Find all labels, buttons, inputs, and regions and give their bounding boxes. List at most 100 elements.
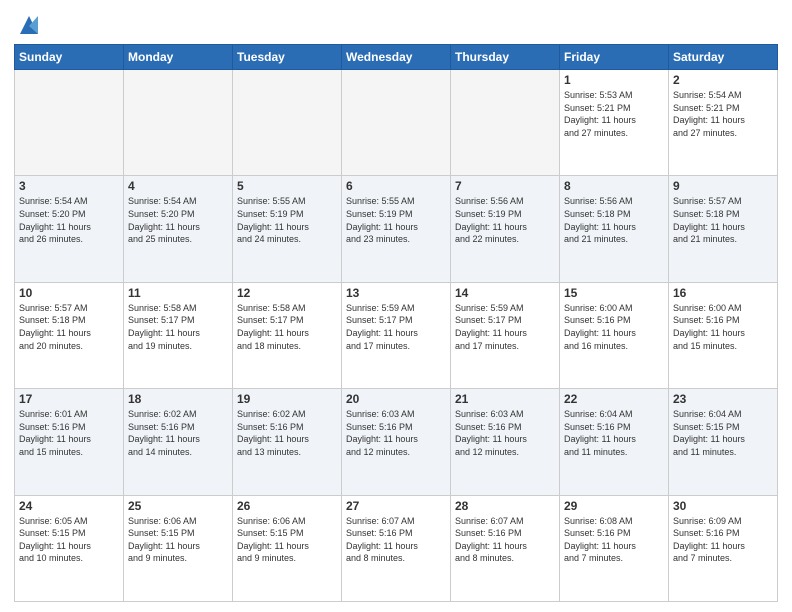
- day-number: 26: [237, 499, 337, 513]
- day-info: Sunrise: 5:57 AM Sunset: 5:18 PM Dayligh…: [673, 195, 773, 245]
- day-info: Sunrise: 6:06 AM Sunset: 5:15 PM Dayligh…: [128, 515, 228, 565]
- day-info: Sunrise: 5:53 AM Sunset: 5:21 PM Dayligh…: [564, 89, 664, 139]
- calendar-day-cell: 20 Sunrise: 6:03 AM Sunset: 5:16 PM Dayli…: [342, 389, 451, 495]
- calendar-day-cell: [15, 70, 124, 176]
- calendar-day-cell: [451, 70, 560, 176]
- calendar-day-cell: 18 Sunrise: 6:02 AM Sunset: 5:16 PM Dayli…: [124, 389, 233, 495]
- day-info: Sunrise: 5:57 AM Sunset: 5:18 PM Dayligh…: [19, 302, 119, 352]
- calendar-day-cell: 24 Sunrise: 6:05 AM Sunset: 5:15 PM Dayli…: [15, 495, 124, 601]
- day-number: 16: [673, 286, 773, 300]
- day-number: 5: [237, 179, 337, 193]
- day-number: 23: [673, 392, 773, 406]
- day-number: 20: [346, 392, 446, 406]
- day-number: 15: [564, 286, 664, 300]
- calendar-day-cell: 16 Sunrise: 6:00 AM Sunset: 5:16 PM Dayli…: [669, 282, 778, 388]
- day-info: Sunrise: 5:59 AM Sunset: 5:17 PM Dayligh…: [455, 302, 555, 352]
- day-info: Sunrise: 6:01 AM Sunset: 5:16 PM Dayligh…: [19, 408, 119, 458]
- day-info: Sunrise: 6:06 AM Sunset: 5:15 PM Dayligh…: [237, 515, 337, 565]
- day-info: Sunrise: 6:00 AM Sunset: 5:16 PM Dayligh…: [564, 302, 664, 352]
- day-number: 2: [673, 73, 773, 87]
- day-info: Sunrise: 6:03 AM Sunset: 5:16 PM Dayligh…: [346, 408, 446, 458]
- day-info: Sunrise: 6:04 AM Sunset: 5:15 PM Dayligh…: [673, 408, 773, 458]
- logo-icon: [16, 12, 42, 38]
- calendar-day-cell: 9 Sunrise: 5:57 AM Sunset: 5:18 PM Daylig…: [669, 176, 778, 282]
- day-number: 28: [455, 499, 555, 513]
- calendar-day-cell: 11 Sunrise: 5:58 AM Sunset: 5:17 PM Dayli…: [124, 282, 233, 388]
- calendar-day-cell: 7Sunrise: 5:56 AM Sunset: 5:19 PM Daylig…: [451, 176, 560, 282]
- calendar-day-cell: 25 Sunrise: 6:06 AM Sunset: 5:15 PM Dayli…: [124, 495, 233, 601]
- day-number: 22: [564, 392, 664, 406]
- calendar-day-cell: 1 Sunrise: 5:53 AM Sunset: 5:21 PM Daylig…: [560, 70, 669, 176]
- day-info: Sunrise: 6:05 AM Sunset: 5:15 PM Dayligh…: [19, 515, 119, 565]
- header: [14, 10, 778, 38]
- calendar-day-header: Saturday: [669, 45, 778, 70]
- calendar-day-cell: 10 Sunrise: 5:57 AM Sunset: 5:18 PM Dayli…: [15, 282, 124, 388]
- calendar-day-cell: 4 Sunrise: 5:54 AM Sunset: 5:20 PM Daylig…: [124, 176, 233, 282]
- day-number: 12: [237, 286, 337, 300]
- day-number: 6: [346, 179, 446, 193]
- day-number: 3: [19, 179, 119, 193]
- day-number: 14: [455, 286, 555, 300]
- day-info: Sunrise: 5:55 AM Sunset: 5:19 PM Dayligh…: [237, 195, 337, 245]
- day-number: 21: [455, 392, 555, 406]
- day-info: Sunrise: 5:56 AM Sunset: 5:18 PM Dayligh…: [564, 195, 664, 245]
- day-info: Sunrise: 6:02 AM Sunset: 5:16 PM Dayligh…: [237, 408, 337, 458]
- calendar-day-header: Sunday: [15, 45, 124, 70]
- day-info: Sunrise: 5:54 AM Sunset: 5:21 PM Dayligh…: [673, 89, 773, 139]
- calendar-day-cell: 14 Sunrise: 5:59 AM Sunset: 5:17 PM Dayli…: [451, 282, 560, 388]
- day-number: 1: [564, 73, 664, 87]
- day-number: 27: [346, 499, 446, 513]
- calendar-week-row: 1 Sunrise: 5:53 AM Sunset: 5:21 PM Daylig…: [15, 70, 778, 176]
- calendar-day-cell: 23 Sunrise: 6:04 AM Sunset: 5:15 PM Dayli…: [669, 389, 778, 495]
- day-number: 19: [237, 392, 337, 406]
- calendar-day-header: Thursday: [451, 45, 560, 70]
- calendar-day-cell: 3 Sunrise: 5:54 AM Sunset: 5:20 PM Daylig…: [15, 176, 124, 282]
- calendar-day-cell: [233, 70, 342, 176]
- day-info: Sunrise: 5:58 AM Sunset: 5:17 PM Dayligh…: [128, 302, 228, 352]
- calendar-day-cell: 29 Sunrise: 6:08 AM Sunset: 5:16 PM Dayli…: [560, 495, 669, 601]
- calendar-day-cell: 26 Sunrise: 6:06 AM Sunset: 5:15 PM Dayli…: [233, 495, 342, 601]
- day-info: Sunrise: 6:02 AM Sunset: 5:16 PM Dayligh…: [128, 408, 228, 458]
- calendar-week-row: 10 Sunrise: 5:57 AM Sunset: 5:18 PM Dayli…: [15, 282, 778, 388]
- calendar-day-cell: 8Sunrise: 5:56 AM Sunset: 5:18 PM Daylig…: [560, 176, 669, 282]
- day-number: 7: [455, 179, 555, 193]
- day-number: 18: [128, 392, 228, 406]
- calendar-day-header: Wednesday: [342, 45, 451, 70]
- day-number: 17: [19, 392, 119, 406]
- day-info: Sunrise: 5:54 AM Sunset: 5:20 PM Dayligh…: [19, 195, 119, 245]
- day-number: 25: [128, 499, 228, 513]
- calendar-week-row: 3 Sunrise: 5:54 AM Sunset: 5:20 PM Daylig…: [15, 176, 778, 282]
- day-number: 11: [128, 286, 228, 300]
- day-info: Sunrise: 5:54 AM Sunset: 5:20 PM Dayligh…: [128, 195, 228, 245]
- day-info: Sunrise: 6:00 AM Sunset: 5:16 PM Dayligh…: [673, 302, 773, 352]
- calendar-week-row: 24 Sunrise: 6:05 AM Sunset: 5:15 PM Dayli…: [15, 495, 778, 601]
- calendar-day-cell: 19 Sunrise: 6:02 AM Sunset: 5:16 PM Dayli…: [233, 389, 342, 495]
- calendar-day-cell: 28 Sunrise: 6:07 AM Sunset: 5:16 PM Dayli…: [451, 495, 560, 601]
- day-number: 4: [128, 179, 228, 193]
- calendar-day-cell: 22Sunrise: 6:04 AM Sunset: 5:16 PM Dayli…: [560, 389, 669, 495]
- calendar-header-row: SundayMondayTuesdayWednesdayThursdayFrid…: [15, 45, 778, 70]
- calendar-day-cell: 21 Sunrise: 6:03 AM Sunset: 5:16 PM Dayli…: [451, 389, 560, 495]
- day-info: Sunrise: 6:03 AM Sunset: 5:16 PM Dayligh…: [455, 408, 555, 458]
- calendar-day-cell: 27Sunrise: 6:07 AM Sunset: 5:16 PM Dayli…: [342, 495, 451, 601]
- calendar-table: SundayMondayTuesdayWednesdayThursdayFrid…: [14, 44, 778, 602]
- day-number: 24: [19, 499, 119, 513]
- calendar-day-cell: [342, 70, 451, 176]
- day-info: Sunrise: 5:58 AM Sunset: 5:17 PM Dayligh…: [237, 302, 337, 352]
- day-number: 9: [673, 179, 773, 193]
- calendar-day-cell: 12 Sunrise: 5:58 AM Sunset: 5:17 PM Dayli…: [233, 282, 342, 388]
- day-info: Sunrise: 6:09 AM Sunset: 5:16 PM Dayligh…: [673, 515, 773, 565]
- logo-area: [14, 10, 42, 38]
- day-info: Sunrise: 6:08 AM Sunset: 5:16 PM Dayligh…: [564, 515, 664, 565]
- day-number: 10: [19, 286, 119, 300]
- calendar-day-header: Monday: [124, 45, 233, 70]
- day-info: Sunrise: 6:07 AM Sunset: 5:16 PM Dayligh…: [455, 515, 555, 565]
- calendar-day-cell: 13Sunrise: 5:59 AM Sunset: 5:17 PM Dayli…: [342, 282, 451, 388]
- day-info: Sunrise: 5:55 AM Sunset: 5:19 PM Dayligh…: [346, 195, 446, 245]
- day-number: 29: [564, 499, 664, 513]
- calendar-day-cell: 15 Sunrise: 6:00 AM Sunset: 5:16 PM Dayli…: [560, 282, 669, 388]
- calendar-day-header: Friday: [560, 45, 669, 70]
- calendar-week-row: 17 Sunrise: 6:01 AM Sunset: 5:16 PM Dayli…: [15, 389, 778, 495]
- calendar-day-header: Tuesday: [233, 45, 342, 70]
- calendar-day-cell: 2 Sunrise: 5:54 AM Sunset: 5:21 PM Daylig…: [669, 70, 778, 176]
